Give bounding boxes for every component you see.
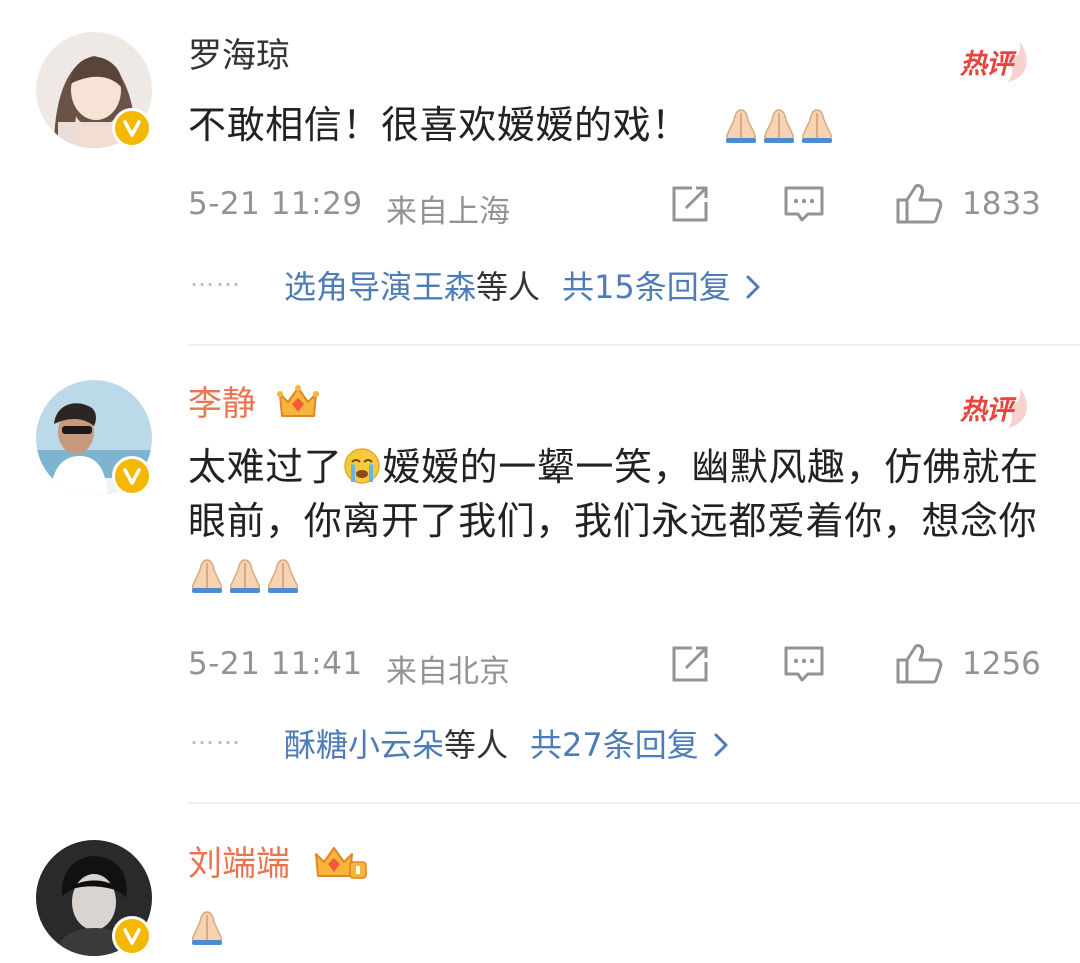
comment-text-content: 不敢相信！很喜欢嫒嫒的戏！ (188, 103, 690, 147)
repost-icon[interactable] (668, 182, 712, 226)
comment-item: 李静 热评 太难过了 嫒嫒的一颦一笑，幽默风趣，仿佛就在眼前，你离开了我们，我们永… (0, 346, 1080, 804)
like-count: 1833 (962, 186, 1041, 222)
verified-v-badge-icon (112, 456, 152, 496)
comment-text (188, 900, 1048, 954)
hot-comment-tag: 热评 (956, 380, 1032, 432)
comment-list: 罗海琼 热评 不敢相信！很喜欢嫒嫒的戏！ 5-21 11:29 来自上海 183… (0, 0, 1080, 963)
reply-users: 选角导演王森等人 共15条回复 (284, 262, 761, 308)
location: 来自上海 (386, 194, 510, 230)
comment-item: 刘端端 (0, 804, 1080, 963)
crying-face-emoji-icon (342, 446, 382, 486)
comment-item: 罗海琼 热评 不敢相信！很喜欢嫒嫒的戏！ 5-21 11:29 来自上海 183… (0, 0, 1080, 346)
hot-label: 热评 (960, 395, 1013, 426)
comment-meta: 5-21 11:29 来自上海 1833 (188, 182, 1048, 230)
username[interactable]: 刘端端 (188, 842, 290, 886)
verified-v-badge-icon (112, 108, 152, 148)
comment-meta: 5-21 11:41 来自北京 1256 (188, 642, 1048, 690)
reply-count[interactable]: 共15条回复 (562, 268, 731, 306)
reply-users-names[interactable]: 酥糖小云朵 (284, 726, 444, 764)
username[interactable]: 李静 (188, 382, 256, 426)
reply-users-suffix: 等人 (476, 268, 541, 306)
chevron-right-icon[interactable] (745, 270, 761, 308)
reply-users-suffix: 等人 (444, 726, 509, 764)
folded-hands-emoji-icon (760, 104, 798, 144)
replies-link[interactable]: …… 酥糖小云朵等人 共27条回复 (188, 720, 1048, 766)
hot-label: 热评 (960, 49, 1013, 80)
member-crown-icon (312, 842, 368, 882)
folded-hands-emoji-icon (226, 554, 264, 594)
comment-text: 太难过了 嫒嫒的一颦一笑，幽默风趣，仿佛就在眼前，你离开了我们，我们永远都爱着你，… (188, 440, 1048, 602)
chevron-right-icon[interactable] (713, 728, 729, 766)
reply-users: 酥糖小云朵等人 共27条回复 (284, 720, 729, 766)
folded-hands-emoji-icon (264, 554, 302, 594)
hot-comment-tag: 热评 (956, 34, 1032, 86)
thumbs-up-icon[interactable] (894, 182, 944, 226)
repost-icon[interactable] (668, 642, 712, 686)
replies-link[interactable]: …… 选角导演王森等人 共15条回复 (188, 262, 1048, 308)
member-crown-icon (276, 382, 320, 422)
comment-icon[interactable] (782, 182, 826, 226)
location: 来自北京 (386, 654, 510, 690)
timestamp: 5-21 11:29 (188, 186, 363, 222)
comment-text: 不敢相信！很喜欢嫒嫒的戏！ (188, 98, 1048, 152)
comment-text-part1: 太难过了 (188, 445, 343, 489)
timestamp: 5-21 11:41 (188, 646, 363, 682)
comment-icon[interactable] (782, 642, 826, 686)
reply-count[interactable]: 共27条回复 (530, 726, 699, 764)
folded-hands-emoji-icon (188, 554, 226, 594)
reply-indent-dots: …… (190, 264, 242, 292)
folded-hands-emoji-icon (798, 104, 836, 144)
like-count: 1256 (962, 646, 1041, 682)
username[interactable]: 罗海琼 (188, 34, 290, 78)
reply-users-names[interactable]: 选角导演王森 (284, 268, 476, 306)
thumbs-up-icon[interactable] (894, 642, 944, 686)
folded-hands-emoji-icon (188, 906, 226, 946)
folded-hands-emoji-icon (722, 104, 760, 144)
verified-v-badge-icon (112, 916, 152, 956)
reply-indent-dots: …… (190, 722, 242, 750)
